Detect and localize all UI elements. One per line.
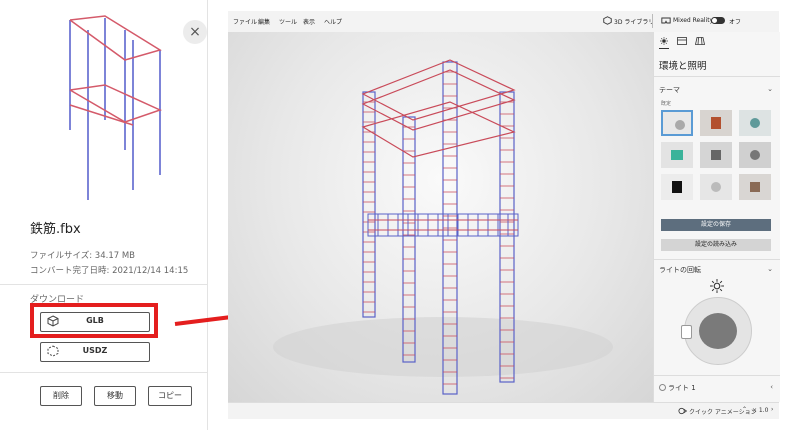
divider — [654, 375, 780, 376]
sun-icon — [710, 279, 724, 293]
menu-edit[interactable]: 編集 — [258, 17, 270, 26]
move-button[interactable]: 移動 — [94, 386, 136, 406]
sun-tab-icon[interactable] — [659, 37, 669, 45]
file-size: ファイルサイズ: 34.17 MB — [30, 251, 136, 261]
model-thumbnail — [69, 15, 163, 200]
light-rotation-header[interactable]: ライトの回転 — [659, 265, 701, 275]
glb-label: GLB — [86, 316, 104, 325]
toolbar-separator — [652, 14, 653, 28]
preset-label: 既定 — [661, 101, 672, 107]
light-rotation-dial[interactable] — [681, 297, 752, 365]
light-disc — [699, 313, 737, 349]
chevron-down-icon[interactable]: ⌄ — [767, 85, 773, 93]
environment-settings-pane: 環境と照明 テーマ ⌄ 既定 設定の保存 設定の読み込み ライトの回転 ⌄ ライ… — [653, 32, 780, 402]
divider — [654, 259, 780, 260]
divider — [654, 76, 780, 77]
theme-thumb-1[interactable] — [661, 110, 693, 136]
menu-tools[interactable]: ツール — [279, 17, 297, 26]
theme-section-header[interactable]: テーマ — [659, 85, 680, 95]
close-button[interactable]: × — [183, 20, 207, 44]
glb-download-button[interactable]: GLB — [40, 312, 150, 332]
3d-viewport[interactable] — [228, 32, 653, 402]
theme-thumb-9[interactable] — [739, 174, 771, 200]
theme-thumb-5[interactable] — [700, 142, 732, 168]
3d-library-button[interactable]: 3D ライブラリ — [614, 17, 654, 26]
theme-thumb-2[interactable] — [700, 110, 732, 136]
theme-thumb-6[interactable] — [739, 142, 771, 168]
convert-date: コンバート完了日時: 2021/12/14 14:15 — [30, 266, 189, 276]
file-name: 鉄筋.fbx — [30, 222, 81, 237]
light-rotation-handle[interactable] — [681, 325, 692, 339]
mixed-reality-state: オフ — [729, 19, 742, 26]
delete-button[interactable]: 削除 — [40, 386, 82, 406]
chevron-up-icon[interactable]: ⌃ — [742, 406, 747, 413]
chevron-down-icon[interactable]: ⌄ — [767, 265, 773, 273]
3d-viewer-window: ファイル 編集 ツール 表示 ヘルプ 3D ライブラリ Mixed Realit… — [228, 11, 780, 419]
rebar-model — [273, 59, 613, 395]
panel-divider — [207, 0, 208, 430]
grid-tab-icon[interactable] — [695, 37, 705, 45]
theme-thumb-7[interactable] — [661, 174, 693, 200]
save-settings-button[interactable]: 設定の保存 — [661, 219, 771, 231]
chevron-right-icon[interactable]: › — [771, 406, 773, 413]
menu-help[interactable]: ヘルプ — [324, 17, 342, 26]
mixed-reality-icon — [661, 17, 671, 24]
menu-bar: ファイル 編集 ツール 表示 ヘルプ 3D ライブラリ Mixed Realit… — [228, 11, 779, 33]
theme-thumb-4[interactable] — [661, 142, 693, 168]
divider — [0, 372, 207, 373]
library-icon — [603, 16, 612, 25]
mixed-reality-label: Mixed Reality — [673, 17, 714, 24]
zoom-level: × 1.0 — [752, 407, 769, 414]
copy-button[interactable]: コピー — [148, 386, 192, 406]
theme-thumb-8[interactable] — [700, 174, 732, 200]
settings-title: 環境と照明 — [659, 61, 707, 72]
menu-view[interactable]: 表示 — [303, 17, 315, 26]
close-icon: × — [189, 24, 201, 40]
chevron-left-icon[interactable]: ‹ — [770, 383, 773, 391]
usdz-download-button[interactable]: USDZ — [40, 342, 150, 362]
mixed-reality-toggle[interactable] — [711, 17, 725, 24]
menu-file[interactable]: ファイル — [233, 17, 257, 26]
usdz-label: USDZ — [82, 346, 108, 355]
active-tab-indicator — [659, 48, 669, 49]
stats-tab-icon[interactable] — [677, 37, 687, 45]
light-radio[interactable] — [659, 384, 666, 391]
light-1-label[interactable]: ライト 1 — [668, 383, 696, 393]
animation-icon — [678, 407, 687, 415]
status-bar: クイック アニメーション ⌃ × 1.0 › — [228, 402, 779, 419]
load-settings-button[interactable]: 設定の読み込み — [661, 239, 771, 251]
theme-thumb-3[interactable] — [739, 110, 771, 136]
file-card: × 鉄筋.fbx ファイルサイズ: 34.17 MB コンバート完了日時: 20… — [0, 0, 207, 430]
